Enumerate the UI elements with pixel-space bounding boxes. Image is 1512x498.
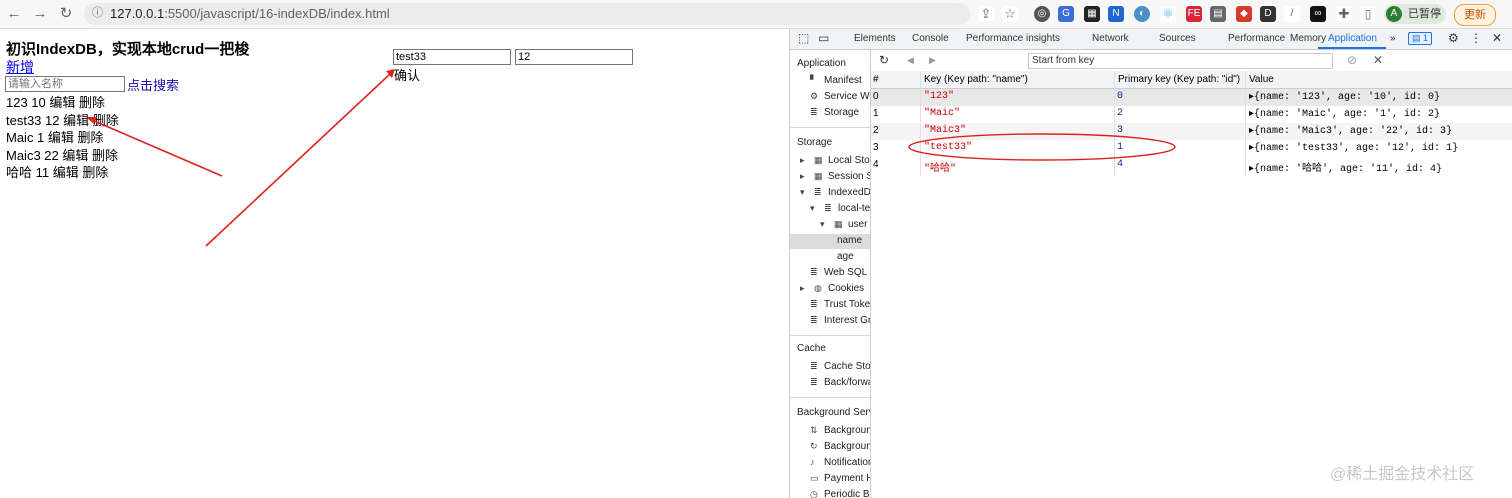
extension-icon[interactable]: ◎	[1034, 6, 1050, 22]
sidepanel-icon[interactable]: ▯	[1360, 6, 1376, 22]
translate-icon[interactable]: G	[1058, 6, 1074, 22]
devtools-panel: ⬚ ▭ Elements Console Performance insight…	[789, 29, 1512, 498]
annotation-ellipse	[908, 133, 1176, 161]
profile-button[interactable]: A 已暂停	[1384, 4, 1446, 24]
extension-icon[interactable]: D	[1260, 6, 1276, 22]
highlight-ellipse	[908, 133, 1176, 161]
annotation-arrows	[86, 69, 395, 247]
profile-status: 已暂停	[1408, 8, 1441, 20]
annotation-arrow	[205, 73, 391, 247]
extension-icon[interactable]: ∞	[1310, 6, 1326, 22]
extension-new-icon[interactable]: N	[1108, 6, 1124, 22]
extension-icon[interactable]: ◆	[1236, 6, 1252, 22]
fe-icon[interactable]: FE	[1186, 6, 1202, 22]
extension-icon[interactable]: ◐	[1134, 6, 1150, 22]
watermark: @稀土掘金技术社区	[1330, 466, 1475, 483]
bookmark-star-icon[interactable]: ☆	[1002, 6, 1018, 22]
extension-icon[interactable]: ▦	[1084, 6, 1100, 22]
extension-icon[interactable]: /	[1284, 6, 1300, 22]
annotation-arrow	[91, 119, 223, 177]
extension-icon[interactable]: ▤	[1210, 6, 1226, 22]
react-icon[interactable]: ⚛	[1160, 6, 1176, 22]
share-icon[interactable]: ⇪	[978, 6, 994, 22]
update-button[interactable]: 更新	[1454, 4, 1496, 26]
avatar: A	[1386, 6, 1402, 22]
arrowhead-icon	[86, 117, 97, 124]
puzzle-icon[interactable]: ✚	[1336, 6, 1352, 22]
